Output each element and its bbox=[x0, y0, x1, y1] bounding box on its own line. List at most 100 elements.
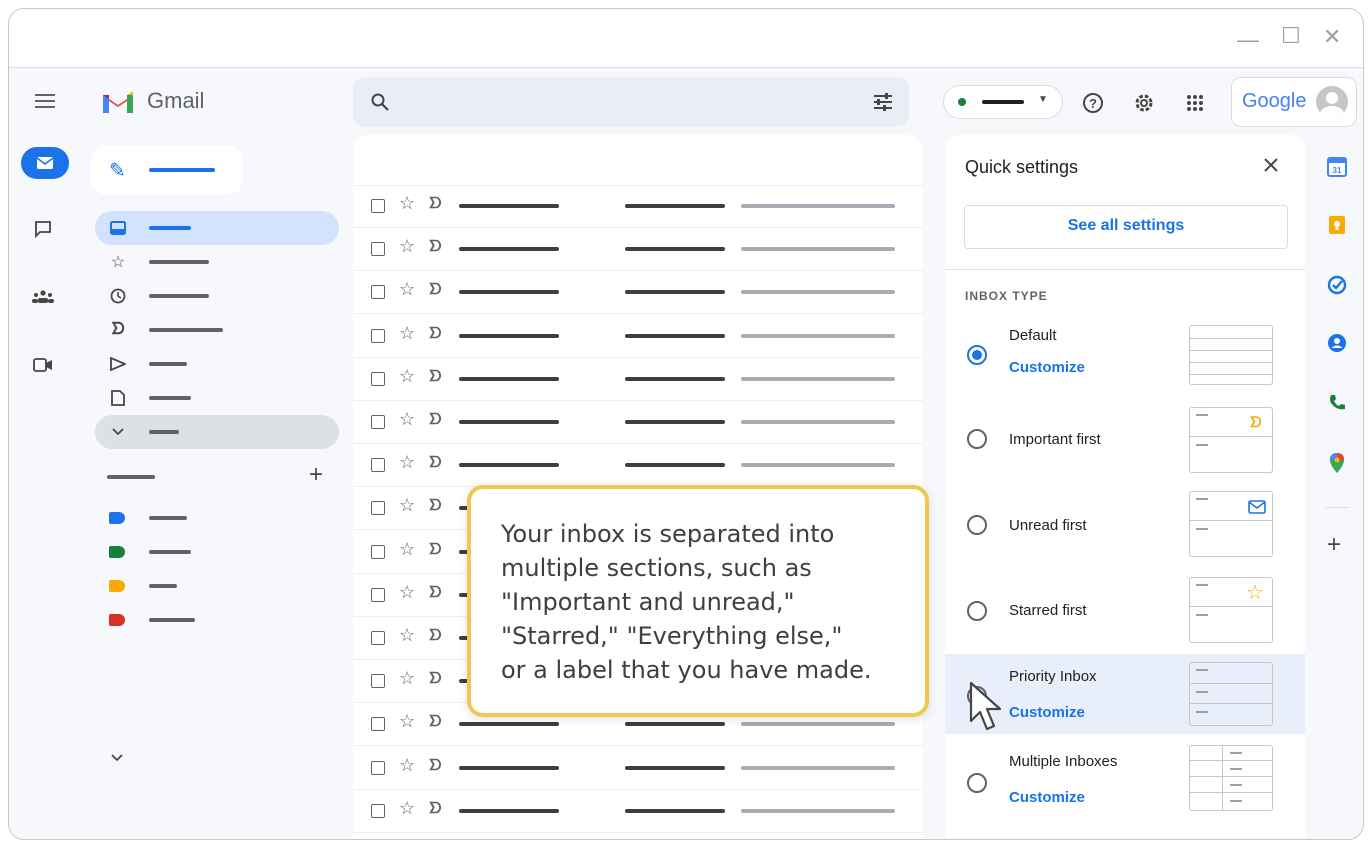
search-bar[interactable] bbox=[353, 77, 909, 127]
row-checkbox[interactable] bbox=[371, 501, 385, 516]
inbox-option-default[interactable]: Default Customize bbox=[945, 313, 1305, 397]
star-icon[interactable]: ☆ bbox=[399, 324, 415, 342]
important-icon[interactable]: ᗤ bbox=[429, 542, 441, 557]
mail-row[interactable]: ☆ ᗤ bbox=[353, 271, 923, 315]
rail-chat-button[interactable] bbox=[23, 213, 63, 245]
row-checkbox[interactable] bbox=[371, 458, 385, 473]
star-icon[interactable]: ☆ bbox=[399, 540, 415, 558]
important-icon[interactable]: ᗤ bbox=[429, 455, 441, 470]
star-icon[interactable]: ☆ bbox=[399, 194, 415, 212]
row-checkbox[interactable] bbox=[371, 760, 385, 775]
compose-button[interactable]: ✎ bbox=[91, 145, 243, 195]
minimize-button[interactable]: — bbox=[1237, 29, 1259, 51]
customize-link[interactable]: Customize bbox=[1009, 359, 1085, 376]
row-checkbox[interactable] bbox=[371, 415, 385, 429]
rail-meet-button[interactable] bbox=[23, 349, 63, 381]
important-icon[interactable]: ᗤ bbox=[429, 326, 441, 341]
row-checkbox[interactable] bbox=[371, 587, 385, 602]
see-all-settings-button[interactable]: See all settings bbox=[964, 205, 1288, 249]
row-checkbox[interactable] bbox=[371, 285, 385, 300]
close-window-button[interactable]: ✕ bbox=[1323, 26, 1341, 48]
calendar-app-button[interactable]: 31 bbox=[1323, 153, 1351, 181]
important-icon[interactable]: ᗤ bbox=[429, 498, 441, 513]
important-icon[interactable]: ᗤ bbox=[429, 585, 441, 600]
important-icon[interactable]: ᗤ bbox=[429, 282, 441, 297]
label-item[interactable] bbox=[107, 545, 307, 563]
star-icon[interactable]: ☆ bbox=[399, 367, 415, 385]
nav-more[interactable] bbox=[95, 415, 339, 449]
inbox-option-multiple-inboxes[interactable]: Multiple Inboxes Customize bbox=[945, 739, 1305, 823]
row-checkbox[interactable] bbox=[371, 544, 385, 559]
label-item[interactable] bbox=[107, 511, 307, 529]
settings-button[interactable] bbox=[1130, 89, 1158, 117]
search-icon[interactable] bbox=[371, 93, 389, 111]
contacts-app-button[interactable] bbox=[1323, 329, 1351, 357]
main-menu-button[interactable] bbox=[31, 89, 59, 113]
label-item[interactable] bbox=[107, 613, 307, 631]
important-icon[interactable]: ᗤ bbox=[429, 801, 441, 816]
important-icon[interactable]: ᗤ bbox=[429, 628, 441, 643]
important-icon[interactable]: ᗤ bbox=[429, 369, 441, 384]
row-checkbox[interactable] bbox=[371, 328, 385, 343]
star-icon[interactable]: ☆ bbox=[399, 410, 415, 428]
star-icon[interactable]: ☆ bbox=[399, 280, 415, 298]
radio-important-first[interactable] bbox=[967, 429, 987, 449]
nav-drafts[interactable] bbox=[95, 381, 339, 415]
mail-row[interactable]: ☆ ᗤ bbox=[353, 315, 923, 358]
nav-sent[interactable] bbox=[95, 347, 339, 381]
star-icon[interactable]: ☆ bbox=[399, 669, 415, 687]
nav-snoozed[interactable] bbox=[95, 279, 339, 313]
row-checkbox[interactable] bbox=[371, 674, 385, 689]
important-icon[interactable]: ᗤ bbox=[429, 671, 441, 686]
important-icon[interactable]: ᗤ bbox=[429, 412, 441, 427]
voice-app-button[interactable] bbox=[1323, 389, 1351, 417]
row-checkbox[interactable] bbox=[371, 242, 385, 257]
inbox-option-important-first[interactable]: Important first ᗤ bbox=[945, 399, 1305, 483]
nav-inbox[interactable] bbox=[95, 211, 339, 245]
tasks-app-button[interactable] bbox=[1323, 271, 1351, 299]
star-icon[interactable]: ☆ bbox=[399, 756, 415, 774]
mail-row[interactable]: ☆ ᗤ bbox=[353, 401, 923, 444]
nav-starred[interactable]: ☆ bbox=[95, 245, 339, 279]
star-icon[interactable]: ☆ bbox=[399, 799, 415, 817]
radio-unread-first[interactable] bbox=[967, 515, 987, 535]
mail-row[interactable]: ☆ ᗤ bbox=[353, 444, 923, 488]
customize-link[interactable]: Customize bbox=[1009, 789, 1085, 806]
star-icon[interactable]: ☆ bbox=[399, 453, 415, 471]
tune-icon[interactable] bbox=[873, 92, 893, 112]
gmail-logo[interactable]: Gmail bbox=[101, 87, 231, 117]
radio-default[interactable] bbox=[967, 345, 987, 365]
add-addon-button[interactable]: + bbox=[1327, 533, 1341, 557]
help-button[interactable]: ? bbox=[1079, 89, 1107, 117]
customize-link[interactable]: Customize bbox=[1009, 704, 1085, 721]
status-chip[interactable]: ▼ bbox=[943, 85, 1063, 119]
inbox-option-starred-first[interactable]: Starred first ☆ bbox=[945, 571, 1305, 655]
mail-row[interactable]: ☆ ᗤ bbox=[353, 790, 923, 833]
inbox-option-unread-first[interactable]: Unread first bbox=[945, 485, 1305, 569]
radio-starred-first[interactable] bbox=[967, 601, 987, 621]
important-icon[interactable]: ᗤ bbox=[429, 196, 441, 211]
important-icon[interactable]: ᗤ bbox=[429, 239, 441, 254]
label-item[interactable] bbox=[107, 579, 307, 597]
maximize-button[interactable]: ☐ bbox=[1281, 25, 1301, 47]
account-button[interactable]: Google bbox=[1231, 77, 1357, 127]
mail-row[interactable]: ☆ ᗤ bbox=[353, 358, 923, 401]
star-icon[interactable]: ☆ bbox=[399, 583, 415, 601]
rail-mail-button[interactable] bbox=[21, 147, 69, 179]
star-icon[interactable]: ☆ bbox=[399, 496, 415, 514]
important-icon[interactable]: ᗤ bbox=[429, 714, 441, 729]
row-checkbox[interactable] bbox=[371, 717, 385, 732]
close-quick-settings-button[interactable] bbox=[1263, 157, 1285, 179]
mail-row[interactable]: ☆ ᗤ bbox=[353, 185, 923, 228]
row-checkbox[interactable] bbox=[371, 803, 385, 818]
mail-row[interactable]: ☆ ᗤ bbox=[353, 747, 923, 790]
nav-important[interactable]: ᗤ bbox=[95, 313, 339, 347]
row-checkbox[interactable] bbox=[371, 371, 385, 386]
star-icon[interactable]: ☆ bbox=[399, 626, 415, 644]
star-icon[interactable]: ☆ bbox=[399, 237, 415, 255]
row-checkbox[interactable] bbox=[371, 631, 385, 645]
radio-multiple-inboxes[interactable] bbox=[967, 773, 987, 793]
important-icon[interactable]: ᗤ bbox=[429, 758, 441, 773]
row-checkbox[interactable] bbox=[371, 199, 385, 213]
expand-more-button[interactable] bbox=[111, 749, 127, 762]
